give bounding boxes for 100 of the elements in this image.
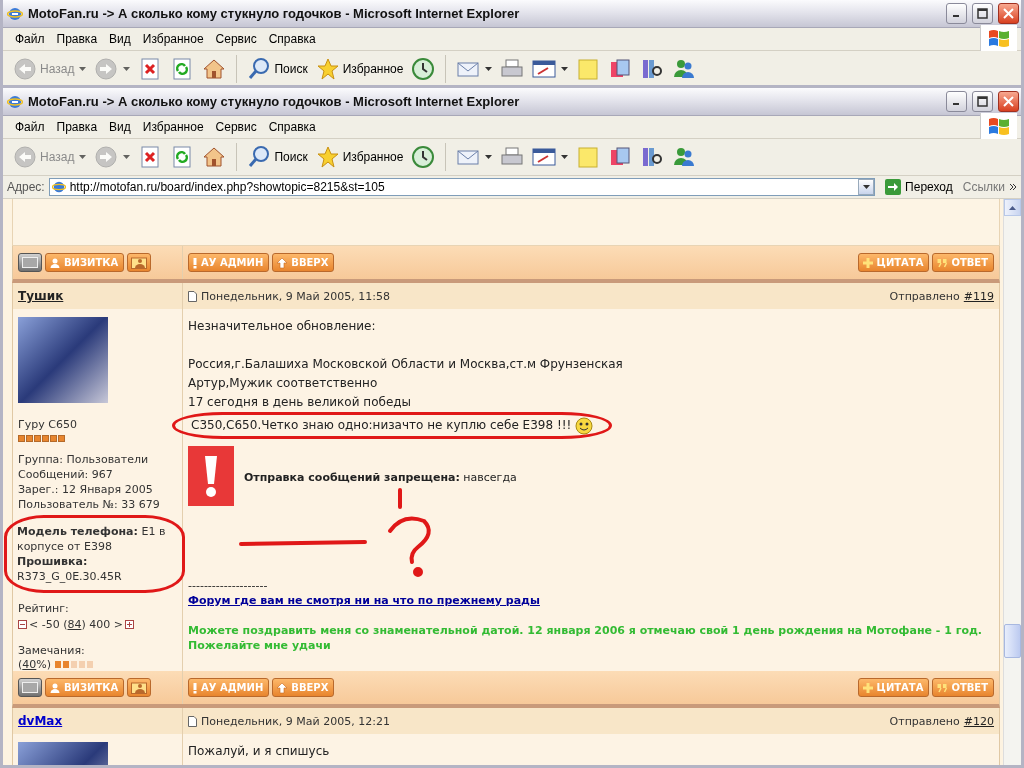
status-indicator [18,678,42,697]
up-arrow-icon [276,256,289,269]
maximize-icon [977,8,988,19]
exclamation-icon [192,681,198,694]
user-rank: Гуру C650 [18,417,78,432]
document-icon [188,290,197,302]
post-text: 17 сегодня в день великой победы [188,394,412,411]
go-button[interactable]: Переход [879,179,959,195]
menu-item[interactable]: Справка [262,118,322,136]
profile-field: Пользователь №: 33 679 [18,497,177,512]
menu-item[interactable]: Правка [50,30,104,48]
close-button[interactable] [998,91,1019,112]
maximize-button[interactable] [972,91,993,112]
quote-icon [936,257,949,268]
exclamation-icon [192,256,198,269]
books-icon [640,145,665,169]
signature-link[interactable]: Форум где вам не смотря ни на что по прежнему рады [188,594,540,607]
menu-item[interactable]: Файл [9,30,51,48]
post-text: C350,C650.Четко знаю одно:низачто не куплю себе E398 !!! [191,417,572,434]
search-icon [247,57,272,81]
photo-button[interactable] [127,253,152,272]
menu-item[interactable]: Сервис [209,118,263,136]
caret-icon[interactable] [485,155,493,159]
menu-item[interactable]: Сервис [209,30,263,48]
post-text: Незначительное обновление: [188,318,376,335]
scroll-up-button[interactable] [1004,199,1021,216]
close-icon [1003,96,1014,107]
toolbar-button[interactable]: Поиск [243,55,312,83]
caret-icon[interactable] [561,67,569,71]
post-number-link[interactable]: #119 [963,289,994,303]
post-date: Понедельник, 9 Май 2005, 11:58 [188,289,390,303]
quote-icon [936,682,949,693]
dropdown-button[interactable] [858,179,875,195]
people-icon [672,57,697,81]
warning-percent: (40%) [18,658,52,671]
profile-field: Зарег.: 12 Января 2005 [18,482,177,497]
chevron-icon[interactable] [1009,183,1017,191]
signature-text: Можете поздравить меня со знаменательной датой. 12 января 2006 я отмечаю свой 1 день рождения на Мотофане - 1 год. Пожелайте мне удачи [188,623,983,653]
warning-meter [55,661,96,668]
menu-item[interactable]: Вид [103,118,137,136]
menu-item[interactable]: Справка [262,30,322,48]
person-icon [49,681,61,694]
note-icon [576,145,601,169]
toolbar-button[interactable]: Поиск [243,143,312,171]
close-button[interactable] [998,3,1019,24]
menu-item[interactable]: Избранное [136,30,210,48]
window-title: MotoFan.ru -> А сколько кому стукнуло годочков - Microsoft Internet Explorer [28,94,521,109]
profile-field: Сообщений: 967 [18,467,177,482]
close-icon [1003,8,1014,19]
rating-value: < -50 (84) 400 > [29,618,123,631]
toolbar-button[interactable]: Избранное [311,55,408,83]
caret-icon[interactable] [485,67,493,71]
books-icon [640,57,665,81]
menu-item[interactable]: Правка [50,118,104,136]
plus-icon [861,256,874,269]
minimize-button[interactable] [946,91,967,112]
author-link[interactable]: dvMax [18,714,63,728]
post-number-link[interactable]: #120 [963,714,994,728]
scrollbar[interactable] [1003,199,1021,765]
minimize-button[interactable] [946,3,967,24]
people-icon [672,145,697,169]
signature-rule: -------------------- [188,578,269,593]
toolbar-button[interactable]: Избранное [311,143,408,171]
browser-icon [7,93,23,110]
sent-label: Отправлено [889,289,960,303]
post-date: Понедельник, 9 Май 2005, 12:21 [188,714,390,728]
scroll-thumb[interactable] [1004,624,1021,658]
clock-icon [411,57,436,81]
star-icon [315,57,340,81]
links-label[interactable]: Ссылки [962,180,1005,194]
address-label: Адрес: [7,180,45,194]
status-indicator [18,253,42,272]
ban-notice: Отправка сообщений запрещена: навсегда [244,470,517,486]
address-field[interactable]: http://motofan.ru/board/index.php?showtopic=8215&st=105 [48,178,876,196]
minus-icon[interactable] [18,620,27,629]
post-text: Артур,Мужик соответственно [188,375,378,392]
star-icon [315,145,340,169]
menu-item[interactable]: Избранное [136,118,210,136]
window-title: MotoFan.ru -> А сколько кому стукнуло годочков - Microsoft Internet Explorer [28,6,521,21]
search-icon [247,145,272,169]
person-icon [49,256,61,269]
sent-label: Отправлено [889,714,960,728]
document-icon [188,715,197,727]
house-icon [202,145,227,169]
photo-button[interactable] [127,678,152,697]
exclamation-icon [188,446,234,506]
menu-item[interactable]: Вид [103,30,137,48]
profile-field: Прошивка: R373_G_0E.30.45R [17,554,176,584]
caret-icon [862,185,870,189]
edit-window-icon [532,145,557,169]
author-link[interactable]: Тушик [18,289,64,303]
browser-icon [51,180,66,194]
plus-icon[interactable] [124,620,134,629]
house-icon [202,57,227,81]
menu-item[interactable]: Файл [9,118,51,136]
maximize-button[interactable] [972,3,993,24]
clock-icon [411,145,436,169]
caret-icon[interactable] [561,155,569,159]
edit-window-icon [532,57,557,81]
browser-icon [7,5,23,22]
